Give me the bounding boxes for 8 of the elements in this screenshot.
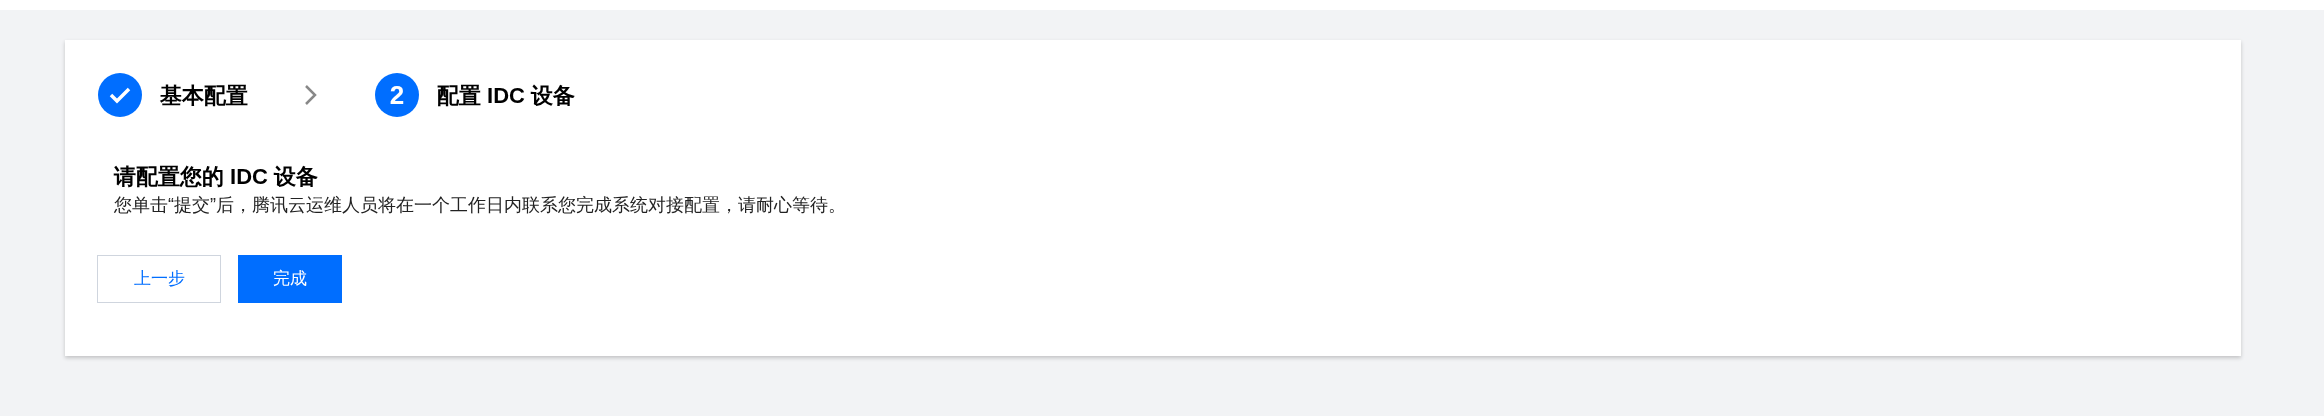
- back-button[interactable]: 上一步: [97, 255, 221, 303]
- chevron-icon: [304, 84, 318, 106]
- finish-button[interactable]: 完成: [238, 255, 342, 303]
- step-number: 2: [375, 73, 419, 117]
- description-text: 您单击“提交”后，腾讯云运维人员将在一个工作日内联系您完成系统对接配置，请耐心等待。: [114, 194, 847, 217]
- section-heading: 请配置您的 IDC 设备: [114, 163, 320, 191]
- step-label: 配置 IDC 设备: [437, 81, 576, 110]
- step-label: 基本配置: [160, 81, 248, 110]
